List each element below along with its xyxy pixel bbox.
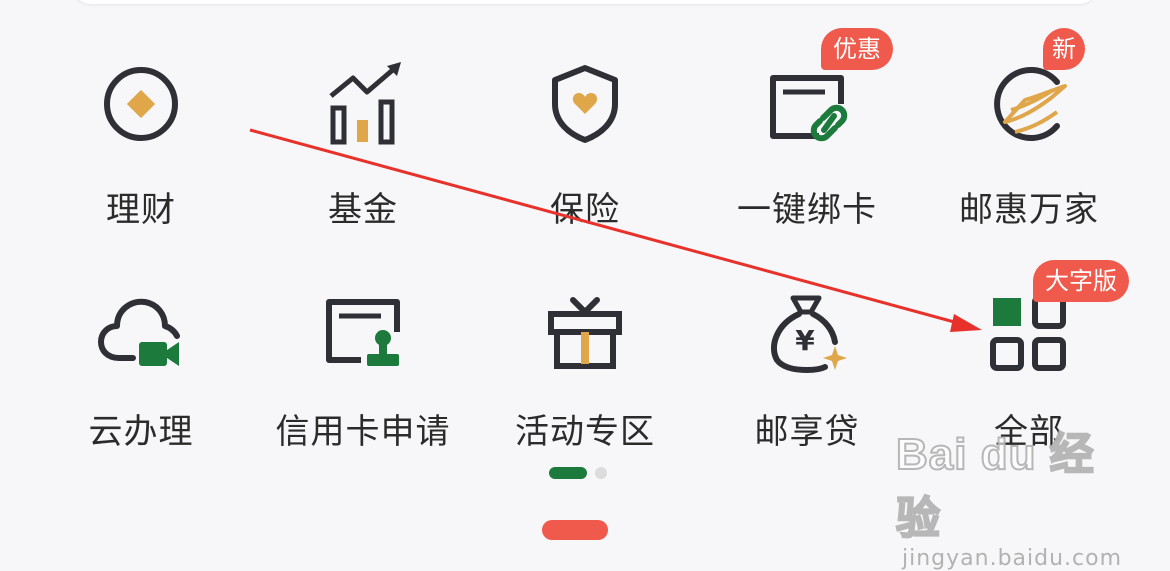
page-indicator	[549, 467, 607, 479]
menu-item-label: 保险	[550, 190, 620, 230]
money-bag-icon: ¥	[759, 284, 855, 380]
menu-item-postal-benefits[interactable]: 新 邮惠万家	[918, 26, 1140, 248]
large-font-badge: 大字版	[1033, 260, 1129, 302]
cloud-video-icon	[93, 284, 189, 380]
all-grid-icon: 大字版	[981, 260, 1129, 380]
postal-wings-icon: 新	[981, 28, 1085, 152]
menu-item-bind-card[interactable]: 优惠 一键绑卡	[696, 26, 918, 248]
menu-item-label: 云办理	[88, 412, 194, 452]
page-dot-active	[549, 467, 587, 479]
menu-item-label: 信用卡申请	[275, 412, 451, 452]
menu-item-label: 邮享贷	[754, 412, 860, 452]
watermark-url: jingyan.baidu.com	[902, 546, 1123, 571]
menu-item-label: 基金	[328, 190, 398, 230]
search-card-edge	[70, 0, 1100, 4]
menu-item-fund[interactable]: 基金	[252, 26, 474, 248]
menu-item-label: 邮惠万家	[959, 190, 1099, 230]
menu-item-label: 一键绑卡	[737, 190, 877, 230]
next-section-peek	[542, 520, 608, 540]
menu-item-credit-card-apply[interactable]: 信用卡申请	[252, 248, 474, 452]
svg-text:¥: ¥	[795, 324, 815, 357]
menu-item-cloud-service[interactable]: 云办理	[30, 248, 252, 452]
coin-icon	[93, 56, 189, 152]
growth-chart-icon	[315, 56, 411, 152]
menu-item-promotions[interactable]: 活动专区	[474, 248, 696, 452]
promo-badge: 优惠	[821, 28, 893, 70]
menu-item-insurance[interactable]: 保险	[474, 26, 696, 248]
card-link-icon: 优惠	[759, 28, 893, 152]
baidu-watermark: Bai du 经验 jingyan.baidu.com	[895, 418, 1123, 571]
service-grid: 理财 基金 保险 优惠 一键绑卡 新 邮惠万家 云办理 信用卡申请 活动专区 ¥…	[30, 26, 1140, 456]
menu-item-wealth[interactable]: 理财	[30, 26, 252, 248]
menu-item-label: 理财	[106, 190, 176, 230]
gift-box-icon	[537, 284, 633, 380]
menu-item-label: 活动专区	[515, 412, 655, 452]
card-stamp-icon	[315, 284, 411, 380]
shield-heart-icon	[537, 56, 633, 152]
page-dot	[595, 467, 607, 479]
watermark-logo: Bai du 经验	[895, 429, 1095, 544]
menu-item-postal-loan[interactable]: ¥ 邮享贷	[696, 248, 918, 452]
new-badge: 新	[1043, 28, 1085, 70]
